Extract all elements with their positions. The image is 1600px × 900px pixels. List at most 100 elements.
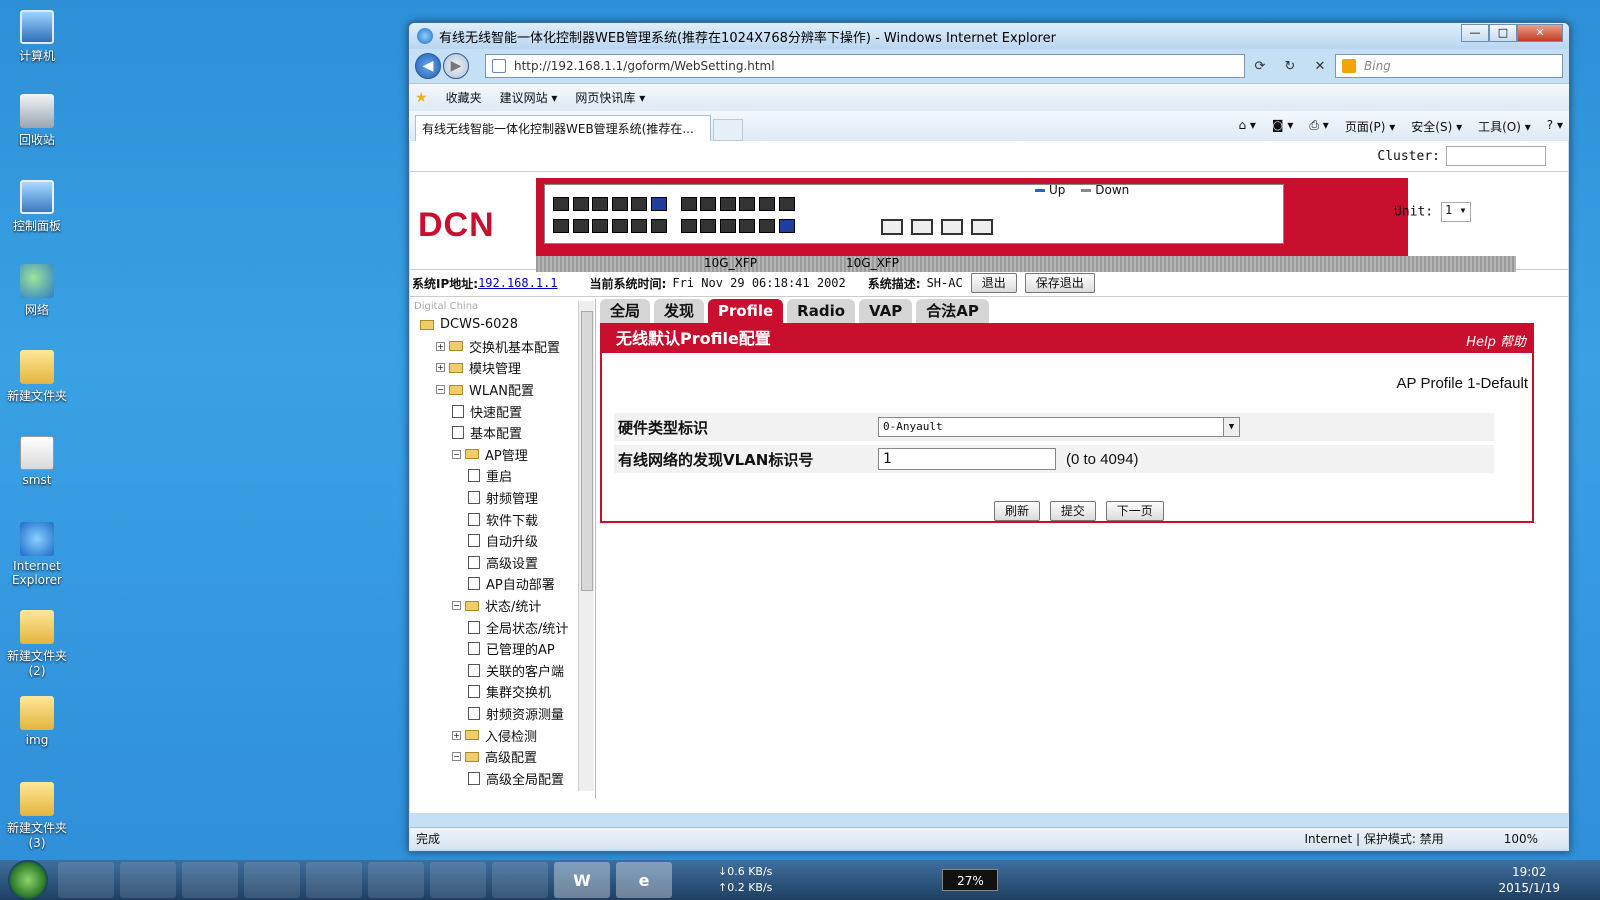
desktop-icon[interactable]: 回收站 [4, 94, 70, 148]
port-icon[interactable] [739, 197, 756, 211]
browser-tab[interactable]: 有线无线智能一体化控制器WEB管理系统(推荐在... [415, 115, 711, 141]
desktop-icon[interactable]: 新建文件夹 (2) [4, 610, 70, 678]
taskbar-item[interactable] [182, 862, 238, 898]
print-icon[interactable]: ⎙ ▾ [1309, 118, 1328, 135]
sfp-port-icon[interactable] [971, 219, 993, 235]
config-tab[interactable]: VAP [859, 299, 913, 323]
start-button[interactable] [8, 860, 48, 900]
sfp-port-icon[interactable] [941, 219, 963, 235]
next-page-button[interactable]: 下一页 [1105, 501, 1164, 521]
port-icon[interactable] [553, 197, 569, 211]
port-icon[interactable] [572, 219, 589, 233]
tree-node[interactable]: 高级全局配置 [410, 767, 595, 789]
fav-item[interactable]: 网页快讯库 ▾ [575, 89, 645, 106]
port-icon[interactable] [778, 197, 795, 211]
config-tab[interactable]: 发现 [654, 299, 705, 323]
fav-item[interactable]: 建议网站 ▾ [500, 89, 558, 106]
collapse-icon[interactable]: − [452, 752, 461, 762]
zoom-level[interactable]: 100% [1504, 832, 1538, 846]
sfp-port-icon[interactable] [881, 219, 903, 235]
tree-node[interactable]: AP自动部署 [410, 573, 595, 595]
desktop-icon[interactable]: img [4, 696, 70, 747]
tree-node[interactable]: − 高级配置 [410, 746, 595, 768]
tree-node[interactable]: 快速配置 [410, 400, 595, 422]
expand-icon[interactable]: + [436, 341, 445, 351]
collapse-icon[interactable]: − [452, 449, 461, 459]
sfp-port-icon[interactable] [911, 219, 933, 235]
tree-node[interactable]: 全局状态/统计 [410, 616, 595, 638]
unit-select[interactable]: 1 ▾ [1440, 202, 1471, 222]
tree-node[interactable]: DCWS-6028 [410, 314, 595, 336]
tree-node[interactable]: 已管理的AP [410, 638, 595, 660]
taskbar-item[interactable]: e [616, 862, 672, 898]
sys-ip-link[interactable]: 192.168.1.1 [478, 276, 557, 290]
clock[interactable]: 19:02 2015/1/19 [1498, 864, 1560, 896]
cmd-tools[interactable]: 工具(O) ▾ [1478, 118, 1531, 135]
taskbar-item[interactable]: W [554, 862, 610, 898]
port-icon[interactable] [700, 197, 717, 211]
config-tab[interactable]: 全局 [600, 299, 651, 323]
desktop-icon[interactable]: 新建文件夹 (3) [4, 782, 70, 850]
logout-button[interactable]: 退出 [970, 273, 1017, 293]
tree-node[interactable]: + 模块管理 [410, 357, 595, 379]
port-icon[interactable] [700, 219, 717, 233]
tree-node[interactable]: 射频管理 [410, 487, 595, 509]
address-bar[interactable]: http://192.168.1.1/goform/WebSetting.htm… [485, 54, 1245, 78]
home-icon[interactable]: ⌂ ▾ [1238, 118, 1255, 135]
compat-icon[interactable]: ⟳ [1255, 59, 1266, 74]
taskbar-item[interactable] [58, 862, 114, 898]
tree-node[interactable]: + 入侵检测 [410, 724, 595, 746]
refresh-icon[interactable]: ↻ [1285, 59, 1296, 74]
desktop-icon[interactable]: Internet Explorer [4, 522, 70, 587]
feeds-icon[interactable]: ◙ ▾ [1272, 118, 1293, 135]
config-tab[interactable]: 合法AP [916, 299, 989, 323]
back-icon[interactable]: ◀ [415, 53, 441, 79]
port-icon[interactable] [759, 219, 775, 233]
tree-node[interactable]: − WLAN配置 [410, 379, 595, 401]
port-icon[interactable] [611, 197, 628, 211]
tree-node[interactable]: 集群交换机 [410, 681, 595, 703]
tree-node[interactable]: + 交换机基本配置 [410, 336, 595, 358]
port-icon[interactable] [611, 219, 628, 233]
forward-icon[interactable]: ▶ [443, 53, 469, 79]
tree-node[interactable]: 基本配置 [410, 422, 595, 444]
taskbar-item[interactable] [368, 862, 424, 898]
tree-node[interactable]: − AP管理 [410, 444, 595, 466]
port-icon[interactable] [592, 219, 609, 233]
desktop-icon[interactable]: smst [4, 436, 70, 487]
minimize-button[interactable]: — [1461, 24, 1489, 42]
tree-node[interactable]: 高级设置 [410, 552, 595, 574]
tree-scrollbar[interactable] [578, 301, 594, 791]
port-icon[interactable] [759, 197, 775, 211]
cmd-help[interactable]: ? ▾ [1547, 118, 1563, 135]
taskbar-item[interactable] [306, 862, 362, 898]
new-tab-button[interactable] [713, 119, 743, 141]
tree-node[interactable]: 关联的客户端 [410, 660, 595, 682]
desktop-icon[interactable]: 控制面板 [4, 180, 70, 234]
taskbar-item[interactable] [430, 862, 486, 898]
refresh-button[interactable]: 刷新 [994, 501, 1041, 521]
collapse-icon[interactable]: − [436, 385, 445, 395]
desktop-icon[interactable]: 新建文件夹 [4, 350, 70, 404]
stop-icon[interactable]: ✕ [1315, 59, 1326, 74]
desktop-icon[interactable]: 计算机 [4, 10, 70, 64]
tree-node[interactable]: 重启 [410, 465, 595, 487]
cluster-select[interactable] [1446, 146, 1546, 166]
maximize-button[interactable]: □ [1489, 24, 1517, 42]
cmd-safety[interactable]: 安全(S) ▾ [1411, 118, 1462, 135]
port-icon[interactable] [680, 197, 697, 211]
title-bar[interactable]: 有线无线智能一体化控制器WEB管理系统(推荐在1024X768分辨率下操作) -… [409, 23, 1569, 49]
port-icon[interactable] [719, 197, 736, 211]
tree-node[interactable]: 射频资源测量 [410, 703, 595, 725]
config-tab[interactable]: Radio [787, 299, 856, 323]
submit-button[interactable]: 提交 [1049, 501, 1096, 521]
vlan-input[interactable]: 1 [878, 448, 1056, 470]
port-icon[interactable] [680, 219, 697, 233]
config-tab[interactable]: Profile [708, 299, 784, 323]
expand-icon[interactable]: + [452, 730, 461, 740]
tree-node[interactable]: 软件下载 [410, 508, 595, 530]
port-icon[interactable] [719, 219, 736, 233]
taskbar-item[interactable] [492, 862, 548, 898]
port-icon[interactable] [592, 197, 609, 211]
taskbar-item[interactable] [120, 862, 176, 898]
